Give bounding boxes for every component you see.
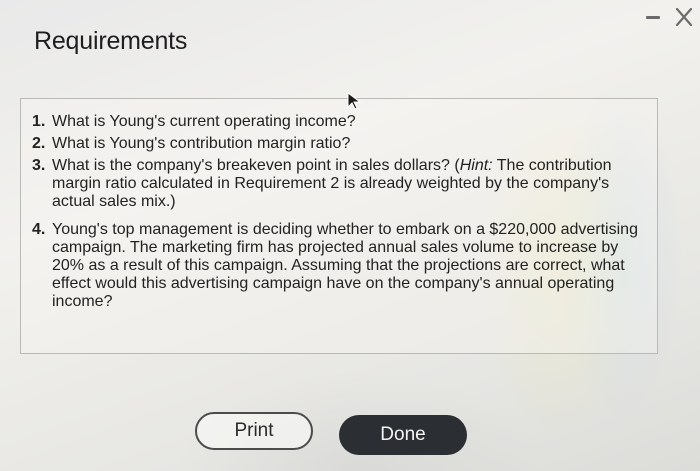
page-title: Requirements — [34, 27, 188, 55]
requirements-list: 1. What is Young's current operating inc… — [32, 113, 652, 315]
requirement-number: 3. — [32, 157, 46, 174]
window-controls — [630, 2, 700, 30]
close-icon[interactable] — [674, 6, 694, 28]
requirement-item-4: 4. Young's top management is deciding wh… — [32, 221, 652, 311]
done-button[interactable]: Done — [339, 415, 467, 455]
requirement-text: What is Young's contribution margin rati… — [52, 135, 351, 152]
requirement-text: Young's top management is deciding wheth… — [52, 221, 638, 310]
hint-label: Hint: — [459, 157, 493, 174]
requirement-item-2: 2. What is Young's contribution margin r… — [32, 135, 652, 153]
requirement-text: What is the company's breakeven point in… — [52, 157, 612, 210]
requirement-number: 1. — [32, 113, 46, 130]
mouse-cursor-icon — [347, 92, 362, 110]
requirement-item-1: 1. What is Young's current operating inc… — [32, 113, 652, 131]
requirement-item-3: 3. What is the company's breakeven point… — [32, 157, 652, 211]
print-button[interactable]: Print — [195, 412, 313, 450]
requirement-text: What is Young's current operating income… — [52, 113, 356, 130]
requirement-text-part: What is the company's breakeven point in… — [52, 157, 460, 174]
requirement-number: 4. — [32, 221, 46, 238]
minimize-icon[interactable] — [646, 16, 660, 19]
requirement-number: 2. — [32, 135, 46, 152]
